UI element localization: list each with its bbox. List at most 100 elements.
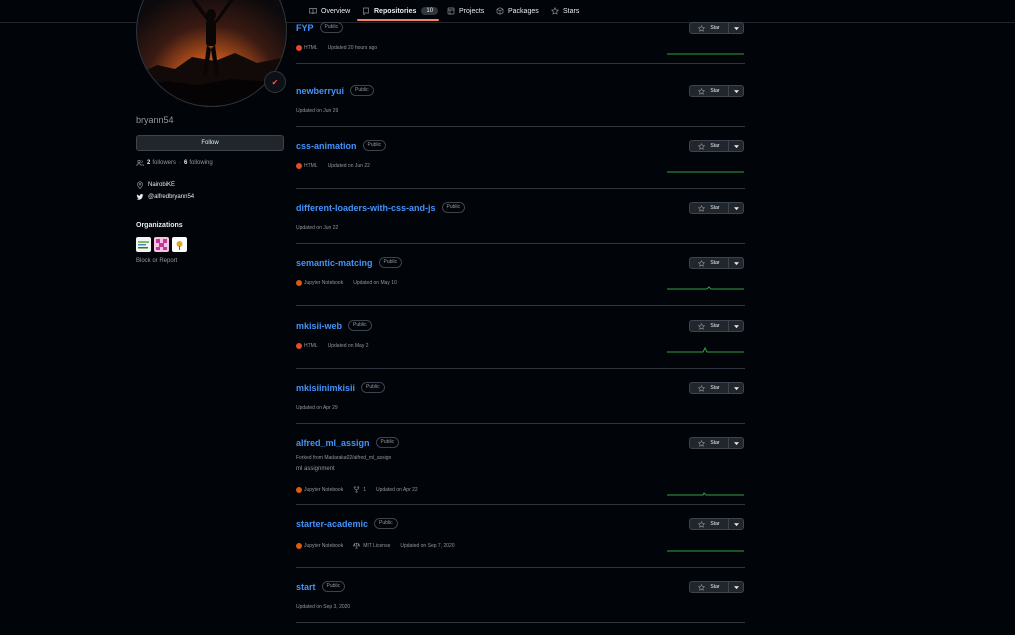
repo-language: HTML <box>296 163 318 169</box>
star-list-dropdown[interactable] <box>729 582 743 592</box>
repo-description: ml assignment <box>296 466 335 472</box>
repo-name-link[interactable]: mkisiinimkisii <box>296 383 355 393</box>
repo-meta: Jupyter Notebook MIT License Updated on Se… <box>296 542 455 549</box>
star-button[interactable]: Star <box>690 321 729 331</box>
star-list-dropdown[interactable] <box>729 383 743 393</box>
tab-overview[interactable]: Overview <box>309 0 350 22</box>
repo-header: FYP Public <box>296 22 344 33</box>
star-button[interactable]: Star <box>690 86 729 96</box>
organizations-heading: Organizations <box>136 222 183 229</box>
language-name: Jupyter Notebook <box>304 542 344 549</box>
star-list-dropdown[interactable] <box>729 203 743 213</box>
repo-card: start Public Updated on Sep 3, 2020 Star <box>296 581 745 623</box>
repo-name-link[interactable]: css-animation <box>296 141 357 151</box>
repo-name-link[interactable]: start <box>296 582 316 592</box>
people-icon <box>136 159 144 167</box>
activity-sparkline <box>667 550 744 552</box>
repo-card: mkisii-web Public HTML Updated on May 2 Star <box>296 320 745 369</box>
star-label: Star <box>710 143 720 149</box>
star-button[interactable]: Star <box>690 519 729 529</box>
activity-sparkline <box>667 171 744 173</box>
star-button[interactable]: Star <box>690 23 729 33</box>
avatar[interactable] <box>136 0 287 107</box>
repo-card: starter-academic Public Jupyter Notebook MI… <box>296 518 745 568</box>
status-badge[interactable]: ✔ <box>264 71 286 93</box>
triangle-down-icon <box>733 324 739 328</box>
followers-link[interactable]: 2 followers <box>147 160 176 166</box>
repo-name-link[interactable]: different-loaders-with-css-and-js <box>296 203 436 213</box>
repo-updated: Updated on Apr 22 <box>375 486 418 493</box>
repo-header: different-loaders-with-css-and-js Public <box>296 202 466 213</box>
avatar-photo <box>137 0 286 106</box>
star-button[interactable]: Star <box>690 438 729 448</box>
repo-meta: Updated on Jun 22 <box>296 225 338 231</box>
repo-meta: HTML Updated on Jun 22 <box>296 163 370 169</box>
repo-name-link[interactable]: alfred_ml_assign <box>296 438 370 448</box>
forked-from-link[interactable]: Forked from Madaraka02/alfred_ml_assign <box>296 455 391 461</box>
tab-stars[interactable]: Stars <box>551 0 579 22</box>
followers-count: 2 <box>147 160 151 166</box>
star-button-group: Star <box>689 581 744 593</box>
language-name: Jupyter Notebook <box>304 280 344 286</box>
star-button[interactable]: Star <box>690 141 729 151</box>
repo-meta: Jupyter Notebook Updated on May 10 <box>296 280 397 286</box>
triangle-down-icon <box>733 206 739 210</box>
repo-language: HTML <box>296 45 318 51</box>
location-icon <box>137 181 143 189</box>
star-list-dropdown[interactable] <box>729 438 743 448</box>
star-button[interactable]: Star <box>690 258 729 268</box>
star-button-group: Star <box>689 85 744 97</box>
block-or-report-link[interactable]: Block or Report <box>136 258 177 264</box>
org-avatar-1[interactable] <box>136 237 151 252</box>
repo-updated: Updated on Apr 29 <box>296 405 338 411</box>
triangle-down-icon <box>733 26 739 30</box>
triangle-down-icon <box>733 386 739 390</box>
star-label: Star <box>710 205 720 211</box>
repo-name-link[interactable]: FYP <box>296 23 314 33</box>
star-list-dropdown[interactable] <box>729 258 743 268</box>
star-label: Star <box>710 440 720 446</box>
star-icon <box>698 583 706 591</box>
tab-packages[interactable]: Packages <box>496 0 539 22</box>
triangle-down-icon <box>733 89 739 93</box>
fork-count: 1 <box>363 486 366 493</box>
star-list-dropdown[interactable] <box>729 86 743 96</box>
repo-name-link[interactable]: starter-academic <box>296 519 368 529</box>
repo-name-link[interactable]: newberryui <box>296 86 344 96</box>
star-button[interactable]: Star <box>690 383 729 393</box>
profile-twitter[interactable]: @alfredbryann54 <box>136 193 194 201</box>
star-button-group: Star <box>689 202 744 214</box>
profile-username: bryann54 <box>136 115 174 125</box>
star-list-dropdown[interactable] <box>729 519 743 529</box>
star-label: Star <box>710 88 720 94</box>
star-list-dropdown[interactable] <box>729 141 743 151</box>
follow-button[interactable]: Follow <box>136 135 284 151</box>
star-button-group: Star <box>689 140 744 152</box>
followers-label: followers <box>152 160 177 166</box>
org-avatar-3[interactable] <box>172 237 187 252</box>
repo-language: HTML <box>296 343 318 349</box>
fork-icon <box>353 486 360 493</box>
star-icon <box>698 439 706 447</box>
tab-label: Repositories <box>374 7 417 15</box>
tab-projects[interactable]: Projects <box>447 0 484 22</box>
repo-header: mkisiinimkisii Public <box>296 382 385 393</box>
repo-card: FYP Public HTML Updated 20 hours ago Star <box>296 22 745 64</box>
star-button[interactable]: Star <box>690 582 729 592</box>
star-button-group: Star <box>689 518 744 530</box>
star-button[interactable]: Star <box>690 203 729 213</box>
repo-header: alfred_ml_assign Public <box>296 437 400 448</box>
repo-forks-link[interactable]: 1 <box>353 486 366 493</box>
visibility-badge: Public <box>378 257 403 268</box>
star-list-dropdown[interactable] <box>729 23 743 33</box>
star-list-dropdown[interactable] <box>729 321 743 331</box>
identicon-icon <box>156 239 167 250</box>
twitter-icon <box>136 194 144 200</box>
repo-name-link[interactable]: mkisii-web <box>296 321 342 331</box>
twitter-handle: @alfredbryann54 <box>148 194 195 200</box>
repo-card: alfred_ml_assign Public Forked from Madara… <box>296 437 745 505</box>
star-icon <box>698 322 706 330</box>
following-link[interactable]: 6 following <box>184 160 213 166</box>
repo-name-link[interactable]: semantic-matcing <box>296 258 373 268</box>
org-avatar-2[interactable] <box>154 237 169 252</box>
